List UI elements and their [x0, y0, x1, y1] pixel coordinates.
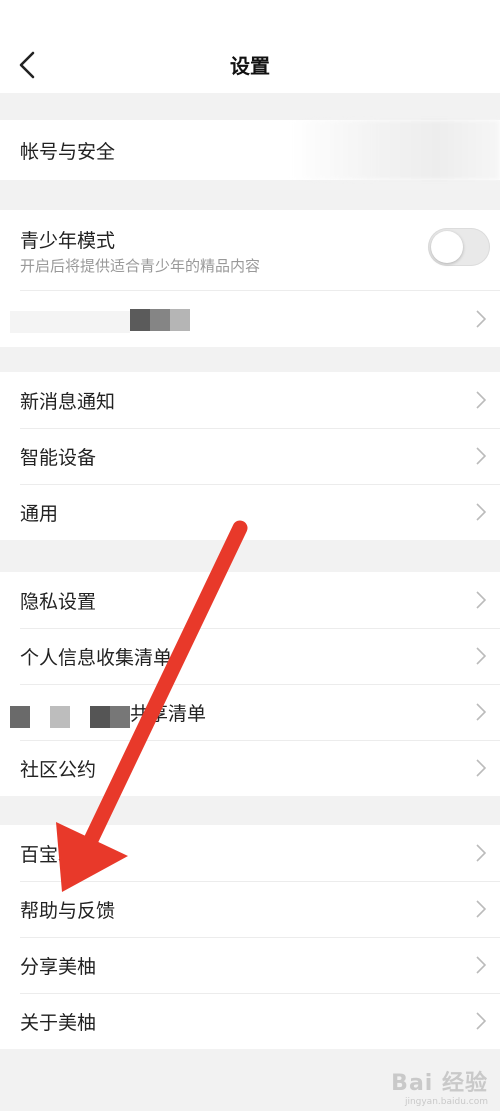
settings-item-about[interactable]: 关于美柚 [0, 993, 500, 1049]
watermark-url: jingyan.baidu.com [404, 1097, 488, 1107]
chevron-right-icon [476, 900, 486, 918]
redacted-value [290, 120, 500, 180]
redacted-block [110, 706, 130, 728]
settings-item-general[interactable]: 通用 [0, 484, 500, 540]
settings-group-account: 帐号与安全 [0, 120, 500, 180]
settings-item-personal-info-list[interactable]: 个人信息收集清单 [0, 628, 500, 684]
toggle-knob [431, 231, 463, 263]
watermark-brand: Bai 经验 [391, 1071, 488, 1096]
chevron-right-icon [476, 591, 486, 609]
settings-item-label: 百宝箱 [20, 843, 78, 866]
chevron-right-icon [476, 447, 486, 465]
settings-item-smart-devices[interactable]: 智能设备 [0, 428, 500, 484]
settings-item-label: 关于美柚 [20, 1011, 97, 1034]
settings-group-privacy: 隐私设置 个人信息收集清单 共享清单 社区公约 [0, 572, 500, 796]
settings-item-community-rules[interactable]: 社区公约 [0, 740, 500, 796]
settings-item-redacted[interactable] [0, 291, 500, 347]
chevron-right-icon [476, 703, 486, 721]
page-title: 设置 [230, 54, 270, 78]
redacted-block [90, 706, 110, 728]
settings-item-notifications[interactable]: 新消息通知 [0, 372, 500, 428]
nav-bar: 设置 [0, 0, 500, 93]
settings-item-label: 共享清单 [130, 702, 207, 725]
redacted-block [10, 706, 30, 728]
redacted-block [50, 706, 70, 728]
settings-item-label: 隐私设置 [20, 590, 97, 613]
settings-group-general: 新消息通知 智能设备 通用 [0, 372, 500, 540]
settings-item-privacy[interactable]: 隐私设置 [0, 572, 500, 628]
settings-group-more: 百宝箱 帮助与反馈 分享美柚 关于美柚 [0, 825, 500, 1049]
settings-item-label: 分享美柚 [20, 955, 97, 978]
chevron-right-icon [476, 956, 486, 974]
settings-item-label: 帮助与反馈 [20, 899, 116, 922]
settings-item-account-security[interactable]: 帐号与安全 [0, 120, 500, 180]
chevron-right-icon [476, 759, 486, 777]
redacted-block [10, 311, 130, 333]
redacted-block [130, 309, 150, 331]
chevron-right-icon [476, 1012, 486, 1030]
chevron-right-icon [476, 844, 486, 862]
settings-item-label: 个人信息收集清单 [20, 646, 173, 669]
settings-item-label: 帐号与安全 [20, 140, 116, 163]
settings-item-label: 社区公约 [20, 758, 97, 781]
chevron-right-icon [476, 647, 486, 665]
settings-item-label: 新消息通知 [20, 390, 116, 413]
youth-mode-description: 开启后将提供适合青少年的精品内容 [20, 257, 261, 275]
settings-item-label: 智能设备 [20, 446, 97, 469]
settings-item-sharing-list[interactable]: 共享清单 [0, 684, 500, 740]
youth-mode-label: 青少年模式 [20, 230, 116, 252]
redacted-block [150, 309, 170, 331]
settings-item-help-feedback[interactable]: 帮助与反馈 [0, 881, 500, 937]
settings-item-share-app[interactable]: 分享美柚 [0, 937, 500, 993]
chevron-right-icon [476, 503, 486, 521]
settings-item-youth-mode: 青少年模式 开启后将提供适合青少年的精品内容 [0, 210, 500, 290]
redacted-block [170, 309, 190, 331]
chevron-right-icon [476, 310, 486, 328]
chevron-right-icon [476, 391, 486, 409]
settings-item-label: 通用 [20, 502, 59, 525]
watermark: Bai 经验 jingyan.baidu.com [391, 1065, 488, 1107]
youth-mode-toggle[interactable] [428, 228, 490, 266]
settings-group-youth: 青少年模式 开启后将提供适合青少年的精品内容 [0, 210, 500, 347]
settings-item-toolbox[interactable]: 百宝箱 [0, 825, 500, 881]
